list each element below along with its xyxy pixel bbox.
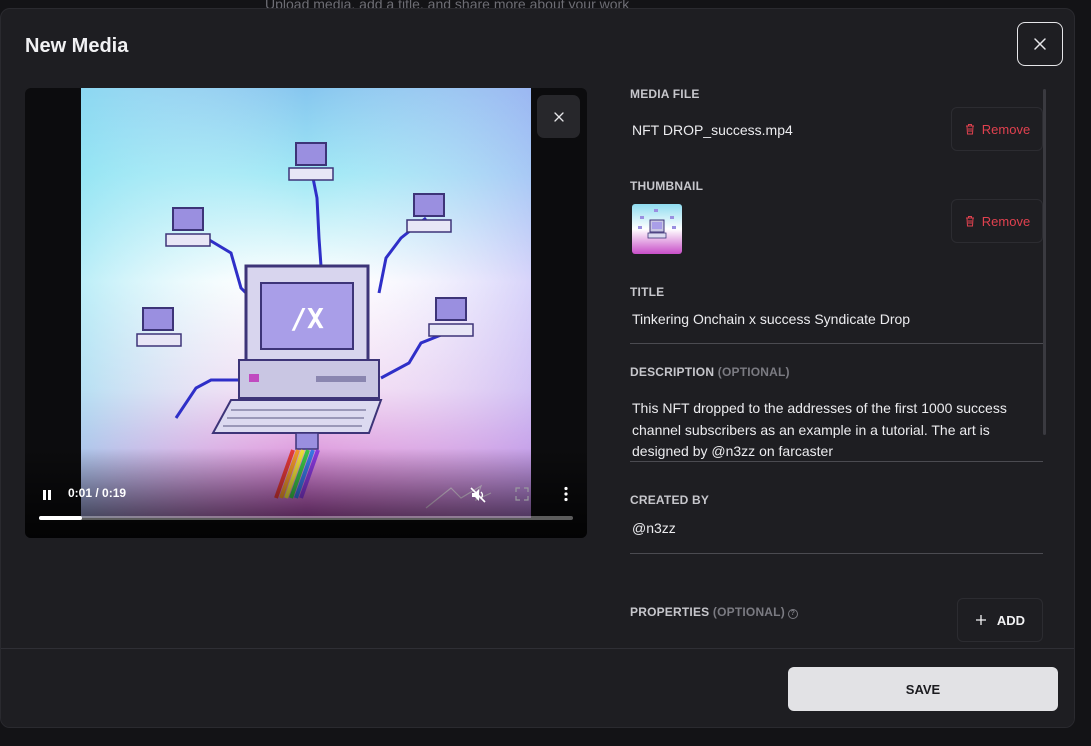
save-button[interactable]: SAVE (788, 667, 1058, 711)
media-details-form: MEDIA FILE NFT DROP_success.mp4 Remove T… (606, 79, 1056, 649)
media-file-label: MEDIA FILE (630, 87, 700, 101)
artwork-screen-text: /X (290, 302, 324, 335)
media-file-name: NFT DROP_success.mp4 (632, 122, 793, 138)
trash-icon (965, 124, 974, 135)
trash-icon (965, 216, 974, 227)
remove-video-button[interactable] (537, 95, 580, 138)
add-label: ADD (996, 612, 1026, 628)
remove-media-file-button[interactable]: Remove (951, 107, 1043, 151)
playback-progress-bar[interactable] (39, 516, 573, 520)
optional-tag: (OPTIONAL) (712, 605, 785, 619)
created-by-label: CREATED BY (630, 493, 710, 507)
playback-time: 0:01 / 0:19 (68, 486, 127, 500)
muted-volume-icon[interactable] (469, 486, 487, 504)
playback-progress-fill (39, 516, 82, 520)
modal-footer: SAVE (1, 648, 1074, 727)
remove-label: Remove (981, 121, 1031, 137)
description-label: DESCRIPTION (OPTIONAL) (630, 365, 790, 379)
optional-tag: (OPTIONAL) (717, 365, 790, 379)
close-icon (1034, 38, 1046, 50)
title-label: TITLE (630, 285, 665, 299)
remove-thumbnail-button[interactable]: Remove (951, 199, 1043, 243)
more-options-icon[interactable] (557, 485, 575, 503)
pause-icon[interactable] (39, 487, 55, 503)
close-icon (553, 111, 564, 122)
fullscreen-icon[interactable] (515, 487, 529, 501)
title-underline (630, 343, 1043, 344)
properties-label-text: PROPERTIES (630, 605, 710, 619)
help-icon[interactable]: ? (787, 609, 798, 619)
thumbnail-label: THUMBNAIL (630, 179, 704, 193)
video-player[interactable]: /X 0:01 / 0:19 (25, 88, 587, 538)
form-scrollbar[interactable] (1043, 89, 1046, 435)
new-media-modal: New Media /X 0:01 / 0:19 MEDIA FILE NFT … (0, 8, 1075, 728)
created-by-underline (630, 553, 1043, 554)
remove-label: Remove (981, 213, 1031, 229)
created-by-input[interactable]: @n3zz (632, 520, 676, 536)
add-property-button[interactable]: ADD (957, 598, 1043, 642)
modal-title: New Media (25, 35, 129, 57)
title-input[interactable]: Tinkering Onchain x success Syndicate Dr… (632, 311, 910, 327)
close-modal-button[interactable] (1017, 22, 1063, 66)
description-textarea[interactable]: This NFT dropped to the addresses of the… (630, 396, 1043, 462)
description-label-text: DESCRIPTION (630, 365, 715, 379)
thumbnail-image (632, 204, 682, 254)
properties-label: PROPERTIES (OPTIONAL)? (630, 605, 798, 619)
plus-icon (975, 615, 986, 625)
